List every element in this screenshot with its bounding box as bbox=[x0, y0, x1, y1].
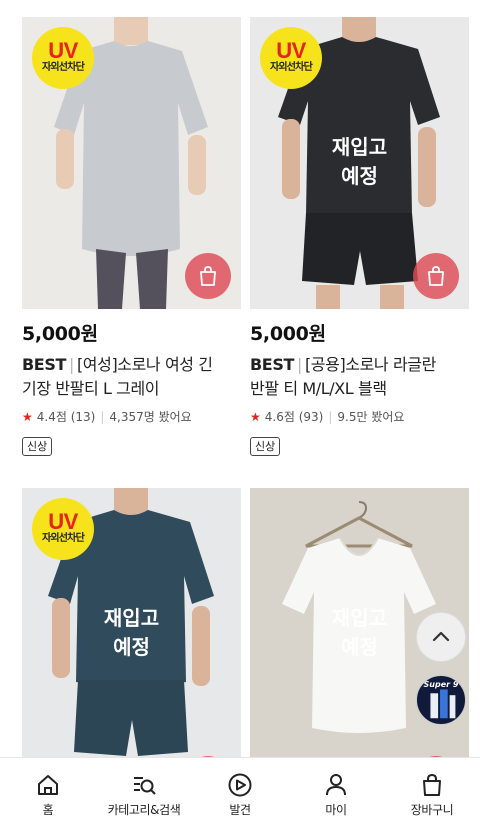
product-title-line2: 기장 반팔티 L 그레이 bbox=[22, 379, 160, 398]
product-title[interactable]: BEST | [여성]소로나 여성 긴 기장 반팔티 L 그레이 bbox=[22, 353, 241, 401]
uv-label: UV bbox=[48, 509, 78, 534]
shopping-bag-icon bbox=[200, 266, 216, 286]
profile-icon bbox=[326, 774, 346, 796]
product-rating: 4.6점 (93) bbox=[264, 410, 324, 424]
title-separator: | bbox=[68, 355, 74, 374]
meta-divider: | bbox=[328, 410, 333, 424]
best-label: BEST bbox=[250, 355, 294, 374]
product-image[interactable]: UV 자외선차단 bbox=[22, 17, 241, 309]
uv-sublabel: 자외선차단 bbox=[41, 62, 85, 73]
nav-category-search-label: 카테고리&검색 bbox=[107, 803, 181, 817]
nav-my-label: 마이 bbox=[325, 803, 347, 817]
uv-protection-badge: UV 자외선차단 bbox=[32, 27, 94, 89]
uv-label: UV bbox=[276, 38, 306, 63]
uv-label: UV bbox=[48, 38, 78, 63]
product-card[interactable]: 재입고 예정 UV 자외선차단 bbox=[22, 488, 241, 780]
star-icon: ★ bbox=[250, 410, 261, 424]
add-to-cart-button[interactable] bbox=[185, 253, 231, 299]
restock-overlay: 재입고 예정 bbox=[250, 133, 469, 191]
product-title-line1: [여성]소로나 여성 긴 bbox=[76, 355, 213, 374]
uv-protection-badge: UV 자외선차단 bbox=[260, 27, 322, 89]
title-separator: | bbox=[296, 355, 302, 374]
restock-line2: 예정 bbox=[341, 164, 378, 188]
category-search-icon bbox=[134, 777, 156, 795]
add-to-cart-button[interactable] bbox=[413, 253, 459, 299]
new-tag: 신상 bbox=[22, 437, 53, 456]
restock-line1: 재입고 bbox=[103, 606, 160, 630]
nav-discover[interactable]: 발견 bbox=[192, 758, 288, 822]
product-image[interactable]: 재입고 예정 UV 자외선차단 bbox=[250, 17, 469, 309]
restock-line2: 예정 bbox=[113, 635, 150, 659]
product-title[interactable]: BEST | [공용]소로나 라글란 반팔 티 M/L/XL 블랙 bbox=[250, 353, 469, 401]
discover-icon bbox=[228, 773, 252, 797]
chevron-up-icon bbox=[432, 631, 450, 642]
uv-sublabel: 자외선차단 bbox=[41, 533, 85, 544]
shopping-bag-icon bbox=[428, 266, 444, 286]
home-icon bbox=[38, 775, 58, 795]
nav-home-label: 홈 bbox=[42, 803, 54, 817]
product-image[interactable]: 재입고 예정 UV 자외선차단 bbox=[22, 488, 241, 780]
uv-protection-badge: UV 자외선차단 bbox=[32, 498, 94, 560]
product-rating: 4.4점 (13) bbox=[36, 410, 96, 424]
nav-cart-label: 장바구니 bbox=[410, 803, 454, 817]
promo-text: Super 9 bbox=[423, 680, 459, 689]
product-price: 5,000원 bbox=[22, 323, 98, 345]
nav-cart[interactable]: 장바구니 bbox=[384, 758, 480, 822]
product-meta: ★ 4.6점 (93) | 9.5만 봤어요 bbox=[250, 409, 469, 425]
bottom-navigation: 홈 카테고리&검색 발견 마이 장바구니 bbox=[0, 757, 480, 822]
nav-home[interactable]: 홈 bbox=[0, 758, 96, 822]
best-label: BEST bbox=[22, 355, 66, 374]
uv-sublabel: 자외선차단 bbox=[269, 62, 313, 73]
product-card[interactable]: UV 자외선차단 5,000원 BEST | [여성]소로나 여성 긴 기장 반팔티… bbox=[22, 17, 241, 456]
restock-line1: 재입고 bbox=[331, 135, 388, 159]
restock-overlay: 재입고 예정 bbox=[22, 604, 241, 662]
promo-floating-button[interactable]: Super 9 bbox=[416, 675, 466, 725]
shopping-bag-icon bbox=[423, 773, 441, 796]
nav-my[interactable]: 마이 bbox=[288, 758, 384, 822]
nav-category-search[interactable]: 카테고리&검색 bbox=[96, 758, 192, 822]
product-views: 4,357명 봤어요 bbox=[109, 410, 192, 424]
product-views: 9.5만 봤어요 bbox=[337, 410, 405, 424]
product-card[interactable]: 재입고 예정 UV 자외선차단 5,000원 BEST | [공용]소로나 라글란 … bbox=[250, 17, 469, 456]
product-meta: ★ 4.4점 (13) | 4,357명 봤어요 bbox=[22, 409, 241, 425]
meta-divider: | bbox=[100, 410, 105, 424]
product-price: 5,000원 bbox=[250, 323, 326, 345]
product-title-line1: [공용]소로나 라글란 bbox=[304, 355, 436, 374]
nav-discover-label: 발견 bbox=[229, 803, 251, 817]
star-icon: ★ bbox=[22, 410, 33, 424]
product-title-line2: 반팔 티 M/L/XL 블랙 bbox=[250, 379, 387, 398]
new-tag: 신상 bbox=[250, 437, 281, 456]
scroll-to-top-button[interactable] bbox=[416, 612, 466, 662]
